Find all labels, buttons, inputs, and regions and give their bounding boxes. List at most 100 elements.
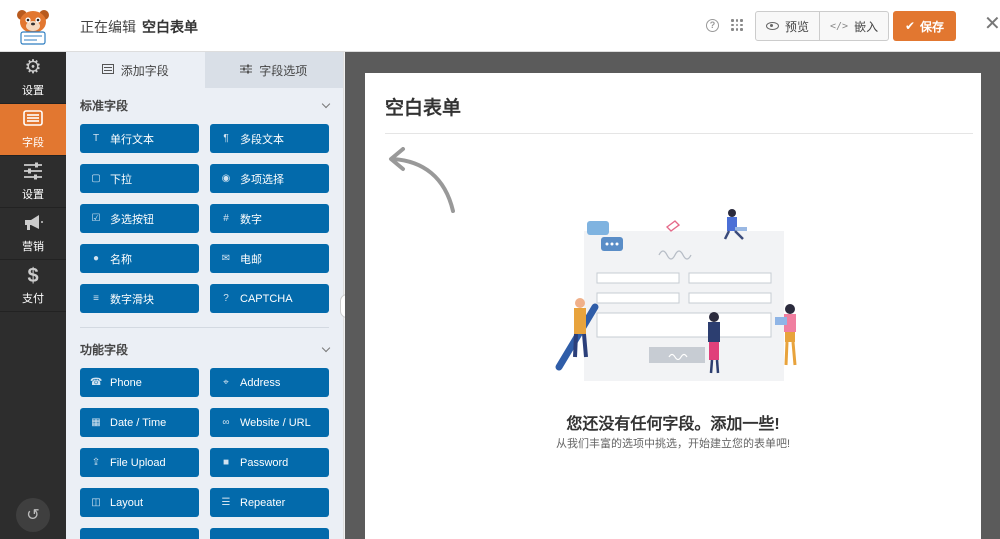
section-title: 标准字段 — [80, 98, 129, 113]
field-label: 名称 — [110, 253, 132, 266]
field-label: Password — [240, 456, 289, 469]
field-button[interactable]: ◫ Layout — [80, 488, 199, 517]
embed-label: 嵌入 — [854, 19, 879, 34]
field-button[interactable]: ☎ Phone — [80, 368, 199, 397]
question-icon: ? — [223, 293, 229, 304]
standard-fields-grid: T 单行文本 ¶ 多段文本 ▢ 下拉 ◉ 多项选择 ☑ 多选按钮 # 数字 ● 名称 ✉ 电邮 … — [66, 122, 343, 313]
nav-label: 设置 — [22, 188, 44, 201]
nav-item-fields[interactable]: 字段 — [0, 104, 66, 156]
save-button[interactable]: ✔ 保存 — [893, 11, 956, 41]
section-title: 功能字段 — [80, 342, 129, 357]
phone-icon: ☎ — [90, 377, 103, 388]
field-label: Layout — [110, 496, 144, 509]
chevron-down-icon — [321, 343, 331, 352]
editing-indicator: 正在编辑 空白表单 — [80, 17, 198, 37]
app-logo[interactable] — [0, 0, 66, 52]
nav-label: 字段 — [22, 136, 44, 149]
sliders-icon — [240, 63, 253, 77]
hash-icon: # — [223, 213, 229, 224]
fields-panel: 添加字段 字段选项 标准字段 T 单行文本 ¶ 多段文本 ▢ 下拉 ◉ 多项选择 ☑ 多选… — [66, 52, 344, 539]
nav-label: 设置 — [22, 84, 44, 97]
field-button[interactable]: ☑ 多选按钮 — [80, 204, 199, 233]
upload-icon: ⇪ — [91, 457, 101, 468]
dollar-icon: $ — [27, 264, 39, 287]
empty-state-subtext: 从我们丰富的选项中挑选，开始建立您的表单吧! — [555, 438, 791, 450]
nav-item-payments[interactable]: $ 支付 — [0, 260, 66, 312]
text-icon: T — [92, 133, 100, 144]
field-button[interactable]: ? CAPTCHA — [210, 284, 329, 313]
section-divider — [80, 327, 329, 328]
preview-embed-group: 预览 </> 嵌入 — [755, 11, 890, 41]
field-button[interactable]: T 单行文本 — [80, 124, 199, 153]
field-button[interactable]: ⌖ Address — [210, 368, 329, 397]
title-divider — [385, 133, 973, 134]
save-label: 保存 — [920, 19, 945, 34]
envelope-icon: ✉ — [221, 253, 231, 264]
sliders-icon — [23, 162, 43, 182]
eye-icon — [766, 22, 779, 30]
link-icon: ∞ — [222, 417, 230, 428]
lock-icon: ■ — [222, 457, 230, 468]
field-button[interactable]: # 数字 — [210, 204, 329, 233]
field-button[interactable] — [210, 528, 329, 539]
checkbox-icon: ☑ — [91, 213, 101, 224]
field-label: File Upload — [110, 456, 166, 469]
standard-fields-header[interactable]: 标准字段 — [66, 88, 343, 122]
gear-icon: ⚙ — [24, 56, 42, 78]
radio-icon: ◉ — [221, 173, 231, 184]
embed-button[interactable]: </> 嵌入 — [819, 12, 888, 40]
calendar-icon: ▦ — [91, 417, 101, 428]
map-pin-icon: ⌖ — [223, 377, 229, 388]
sliders-icon: ≡ — [93, 293, 99, 304]
field-button[interactable]: ● 名称 — [80, 244, 199, 273]
field-label: 数字 — [240, 213, 262, 226]
tab-field-options[interactable]: 字段选项 — [204, 52, 343, 88]
fancy-fields-header[interactable]: 功能字段 — [66, 332, 343, 366]
tab-add-fields[interactable]: 添加字段 — [66, 52, 205, 88]
list-icon — [101, 63, 114, 77]
nav-label: 营销 — [22, 240, 44, 253]
field-button[interactable]: ∞ Website / URL — [210, 408, 329, 437]
field-label: 单行文本 — [110, 133, 154, 146]
nav-item-setup[interactable]: ⚙ 设置 — [0, 52, 66, 104]
field-button[interactable]: ⇪ File Upload — [80, 448, 199, 477]
field-button[interactable]: ◉ 多项选择 — [210, 164, 329, 193]
field-label: 电邮 — [240, 253, 262, 266]
revisions-history-icon[interactable]: ↺ — [16, 498, 50, 532]
field-button[interactable]: ≡ 数字滑块 — [80, 284, 199, 313]
field-button[interactable]: ■ Password — [210, 448, 329, 477]
apps-grid-icon[interactable] — [731, 19, 743, 31]
empty-state-heading: 您还没有任何字段。添加一些! — [566, 416, 780, 433]
fancy-fields-grid: ☎ Phone ⌖ Address ▦ Date / Time ∞ Website / … — [66, 366, 343, 539]
field-button[interactable]: ¶ 多段文本 — [210, 124, 329, 153]
tab-label: 字段选项 — [259, 63, 308, 78]
nav-item-marketing[interactable]: 营销 — [0, 208, 66, 260]
field-label: Repeater — [240, 496, 286, 509]
close-icon[interactable]: ✕ — [984, 14, 1000, 34]
dropdown-icon: ▢ — [91, 173, 101, 184]
field-button[interactable]: ✉ 电邮 — [210, 244, 329, 273]
paragraph-icon: ¶ — [223, 133, 229, 144]
field-button[interactable]: ☰ Repeater — [210, 488, 329, 517]
field-label: 下拉 — [110, 173, 132, 186]
tab-label: 添加字段 — [120, 63, 169, 78]
user-icon: ● — [92, 253, 100, 264]
question-circle-icon[interactable]: ? — [706, 19, 719, 32]
columns-icon: ◫ — [91, 497, 101, 508]
field-label: 多项选择 — [240, 173, 284, 186]
form-title: 空白表单 — [142, 19, 198, 35]
field-label: 多选按钮 — [110, 213, 154, 226]
code-icon: </> — [830, 20, 849, 32]
nav-item-settings[interactable]: 设置 — [0, 156, 66, 208]
field-button[interactable]: ▦ Date / Time — [80, 408, 199, 437]
field-button[interactable] — [80, 528, 199, 539]
nav-label: 支付 — [22, 292, 44, 305]
preview-button[interactable]: 预览 — [756, 12, 819, 40]
field-button[interactable]: ▢ 下拉 — [80, 164, 199, 193]
bear-logo-icon — [17, 10, 49, 45]
field-label: 多段文本 — [240, 133, 284, 146]
form-preview[interactable]: 空白表单 您还没有任何字段。添加一些! 从我们丰富的选项中挑选，开始建立您的表单… — [365, 73, 981, 539]
check-icon: ✔ — [904, 19, 916, 33]
field-label: Website / URL — [240, 416, 311, 429]
megaphone-icon — [23, 214, 43, 234]
